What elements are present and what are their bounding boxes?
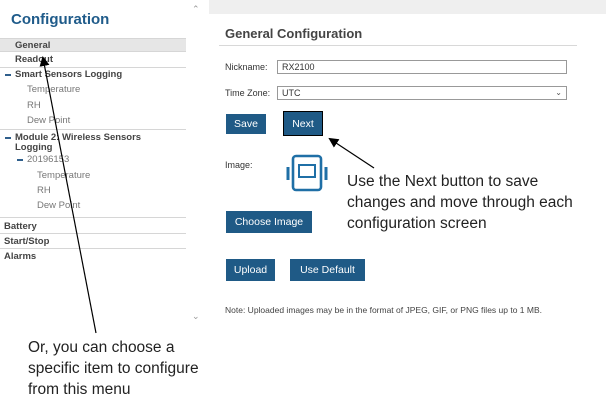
next-arrow (328, 137, 375, 169)
annotation-arrows (39, 56, 375, 334)
menu-arrow (39, 56, 97, 334)
